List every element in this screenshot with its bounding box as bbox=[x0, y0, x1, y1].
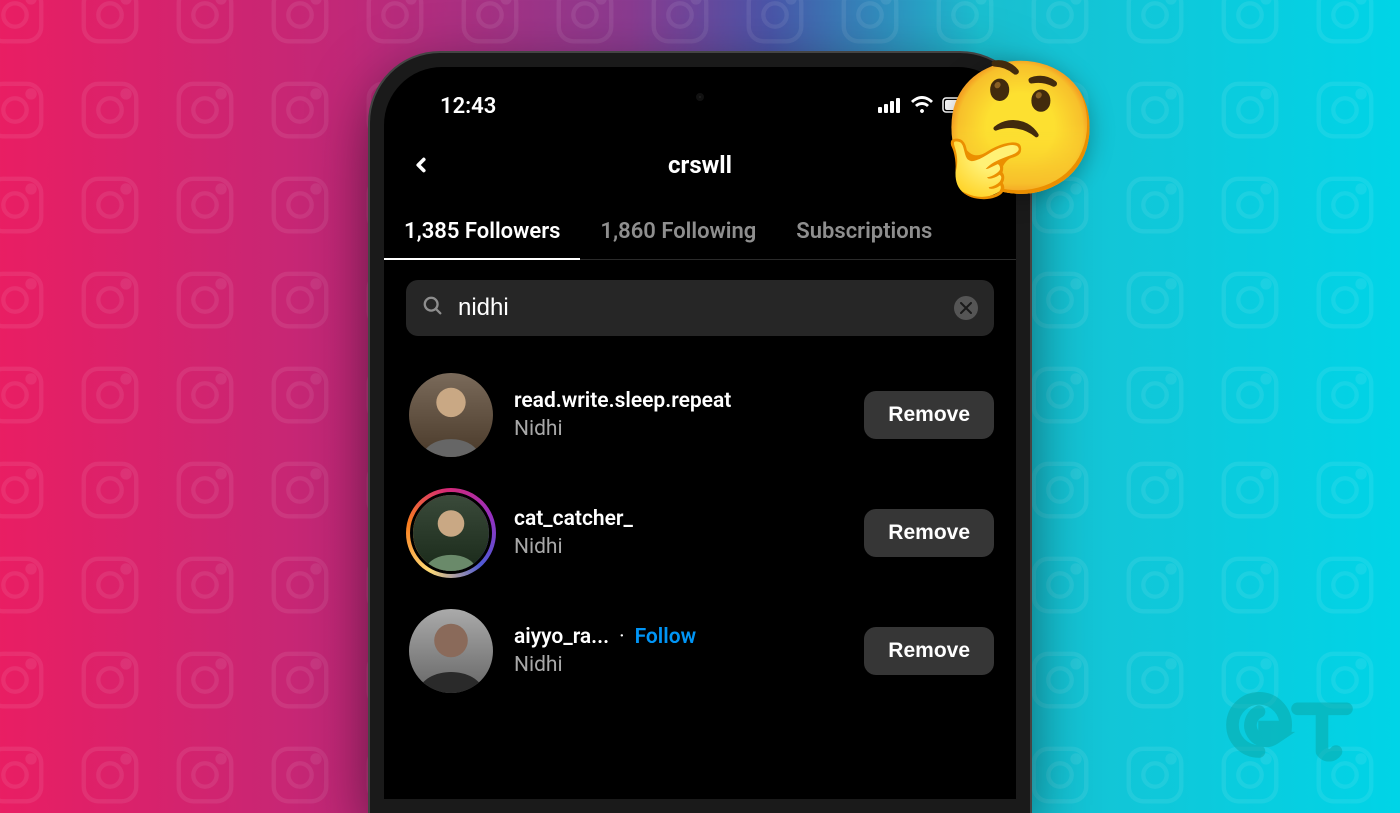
search-box bbox=[406, 280, 994, 336]
wifi-icon bbox=[910, 94, 934, 119]
search-row bbox=[384, 260, 1016, 356]
follow-link[interactable]: Follow bbox=[635, 625, 697, 649]
follower-info[interactable]: aiyyo_ra... · Follow Nidhi bbox=[514, 625, 846, 677]
gt-logo bbox=[1224, 692, 1364, 766]
follower-list: read.write.sleep.repeat Nidhi Remove cat… bbox=[384, 356, 1016, 710]
username: aiyyo_ra... bbox=[514, 625, 609, 649]
chevron-left-icon bbox=[410, 154, 432, 176]
display-name: Nidhi bbox=[514, 535, 846, 559]
dynamic-island bbox=[625, 83, 775, 111]
follower-info[interactable]: read.write.sleep.repeat Nidhi bbox=[514, 389, 846, 441]
username: cat_catcher_ bbox=[514, 507, 633, 531]
tab-followers[interactable]: 1,385 Followers bbox=[384, 205, 580, 260]
phone-frame: 12:43 crswll 1,385 Follo bbox=[370, 53, 1030, 813]
username: read.write.sleep.repeat bbox=[514, 389, 731, 413]
list-item: read.write.sleep.repeat Nidhi Remove bbox=[406, 356, 994, 474]
remove-button[interactable]: Remove bbox=[864, 509, 994, 557]
list-item: cat_catcher_ Nidhi Remove bbox=[406, 474, 994, 592]
header: crswll bbox=[384, 123, 1016, 185]
avatar[interactable] bbox=[406, 370, 496, 460]
display-name: Nidhi bbox=[514, 417, 846, 441]
cellular-icon bbox=[878, 94, 902, 119]
tabs: 1,385 Followers 1,860 Following Subscrip… bbox=[384, 185, 1016, 260]
separator: · bbox=[619, 625, 625, 649]
display-name: Nidhi bbox=[514, 653, 846, 677]
follower-info[interactable]: cat_catcher_ Nidhi bbox=[514, 507, 846, 559]
list-item: aiyyo_ra... · Follow Nidhi Remove bbox=[406, 592, 994, 710]
tab-subscriptions[interactable]: Subscriptions bbox=[776, 205, 952, 259]
avatar[interactable] bbox=[406, 606, 496, 696]
thinking-emoji-sticker: 🤔 bbox=[940, 52, 1102, 205]
clear-search-button[interactable] bbox=[954, 296, 978, 320]
remove-button[interactable]: Remove bbox=[864, 391, 994, 439]
front-camera bbox=[696, 93, 704, 101]
tab-following[interactable]: 1,860 Following bbox=[580, 205, 776, 259]
status-time: 12:43 bbox=[440, 94, 496, 119]
phone-screen: 12:43 crswll 1,385 Follo bbox=[384, 67, 1016, 799]
back-button[interactable] bbox=[406, 150, 436, 180]
page-title: crswll bbox=[668, 151, 732, 179]
search-input[interactable] bbox=[458, 294, 940, 322]
close-icon bbox=[960, 302, 972, 314]
search-icon bbox=[422, 295, 444, 321]
avatar-with-story[interactable] bbox=[406, 488, 496, 578]
remove-button[interactable]: Remove bbox=[864, 627, 994, 675]
